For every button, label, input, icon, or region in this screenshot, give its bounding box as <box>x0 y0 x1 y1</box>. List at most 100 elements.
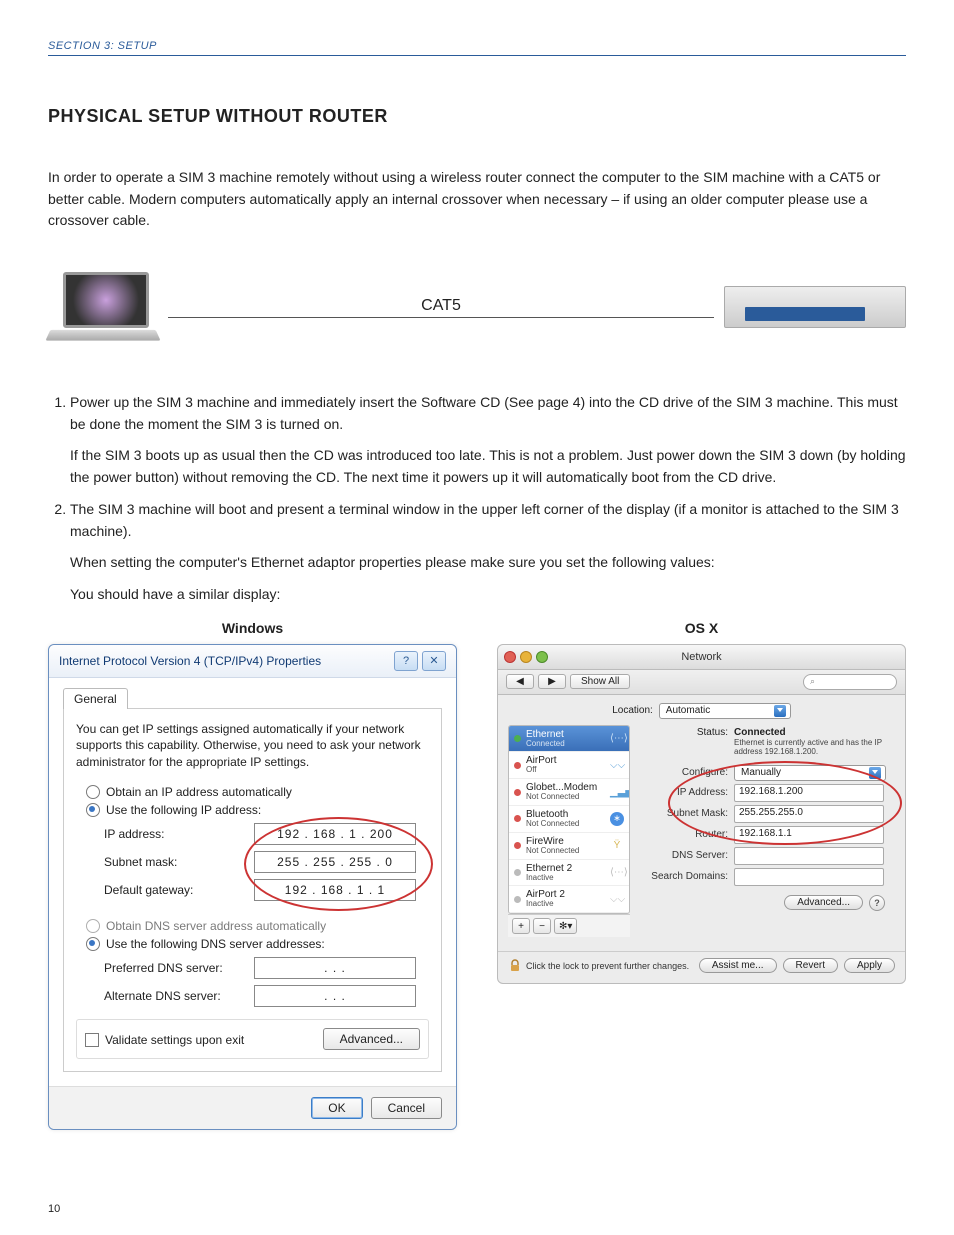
show-all-button[interactable]: Show All <box>570 674 630 689</box>
osx-titlebar: Network <box>498 645 905 670</box>
sidebar-item-bluetooth[interactable]: Bluetooth Not Connected ∗ <box>509 806 629 833</box>
sidebar-item-label: Ethernet <box>526 729 605 740</box>
step-2: The SIM 3 machine will boot and present … <box>70 499 906 606</box>
step-2-text-b: When setting the computer's Ethernet ada… <box>70 552 906 574</box>
sidebar-item-firewire[interactable]: FireWire Not Connected Ÿ <box>509 833 629 860</box>
sidebar-item-sub: Inactive <box>526 900 605 909</box>
subnet-mask-input[interactable]: 255 . 255 . 255 . 0 <box>254 851 416 873</box>
osx-sidebar: Ethernet Connected ⟨⋯⟩ AirPort Off <box>508 725 630 915</box>
status-dot-icon <box>514 735 521 742</box>
sidebar-item-modem[interactable]: Globet...Modem Not Connected ▁▃▅ <box>509 779 629 806</box>
status-dot-icon <box>514 789 521 796</box>
alternate-dns-input[interactable]: . . . <box>254 985 416 1007</box>
sidebar-item-airport[interactable]: AirPort Off ⌵⌵ <box>509 752 629 779</box>
chevron-down-icon <box>774 705 786 717</box>
lock-icon[interactable] <box>508 959 522 973</box>
location-label: Location: <box>612 705 653 716</box>
page-title: PHYSICAL SETUP WITHOUT ROUTER <box>48 106 906 127</box>
radio-use-ip-label: Use the following IP address: <box>106 803 261 817</box>
subnet-mask-label: Subnet mask: <box>104 855 254 869</box>
sidebar-item-label: Ethernet 2 <box>526 863 605 874</box>
wifi-off-icon: ⌵⌵ <box>610 894 624 905</box>
connection-diagram: CAT5 <box>48 272 906 342</box>
assist-me-button[interactable]: Assist me... <box>699 958 777 973</box>
windows-heading: Windows <box>48 620 457 636</box>
status-label: Status: <box>638 727 728 738</box>
osx-router-input[interactable]: 192.168.1.1 <box>734 826 884 844</box>
status-dot-icon <box>514 815 521 822</box>
search-input[interactable]: ⌕ <box>803 674 897 690</box>
preferred-dns-input[interactable]: . . . <box>254 957 416 979</box>
radio-auto-ip[interactable]: Obtain an IP address automatically <box>86 785 429 799</box>
close-icon[interactable]: ✕ <box>422 651 446 671</box>
configure-label: Configure: <box>638 767 728 778</box>
sidebar-item-sub: Not Connected <box>526 793 605 802</box>
ethernet-icon: ⟨⋯⟩ <box>610 867 624 878</box>
radio-icon <box>86 785 100 799</box>
step-1: Power up the SIM 3 machine and immediate… <box>70 392 906 489</box>
advanced-button[interactable]: Advanced... <box>323 1028 420 1050</box>
nav-back-button[interactable]: ◀ <box>506 674 534 689</box>
remove-interface-button[interactable]: − <box>533 918 551 934</box>
step-2-text-c: You should have a similar display: <box>70 584 906 606</box>
sidebar-item-ethernet2[interactable]: Ethernet 2 Inactive ⟨⋯⟩ <box>509 860 629 887</box>
osx-dns-label: DNS Server: <box>638 850 728 861</box>
ethernet-icon: ⟨⋯⟩ <box>610 733 624 744</box>
steps-list: Power up the SIM 3 machine and immediate… <box>48 392 906 606</box>
default-gateway-input[interactable]: 192 . 168 . 1 . 1 <box>254 879 416 901</box>
windows-dialog: Internet Protocol Version 4 (TCP/IPv4) P… <box>48 644 457 1130</box>
section-header: SECTION 3: SETUP <box>48 40 906 56</box>
validate-checkbox-row[interactable]: Validate settings upon exit <box>85 1033 244 1047</box>
osx-search-domains-input[interactable] <box>734 868 884 886</box>
osx-dns-input[interactable] <box>734 847 884 865</box>
sim3-device-icon <box>724 286 906 328</box>
ip-address-input[interactable]: 192 . 168 . 1 . 200 <box>254 823 416 845</box>
help-icon[interactable]: ? <box>394 651 418 671</box>
osx-ip-label: IP Address: <box>638 787 728 798</box>
osx-network-window: Network ◀ ▶ Show All ⌕ Location: Automat… <box>497 644 906 985</box>
osx-subnet-input[interactable]: 255.255.255.0 <box>734 805 884 823</box>
location-value: Automatic <box>666 705 710 716</box>
ok-button[interactable]: OK <box>311 1097 362 1119</box>
osx-advanced-button[interactable]: Advanced... <box>784 895 863 910</box>
firewire-icon: Ÿ <box>610 840 624 851</box>
step-2-text-a: The SIM 3 machine will boot and present … <box>70 501 899 539</box>
radio-icon-selected <box>86 803 100 817</box>
cancel-button[interactable]: Cancel <box>371 1097 442 1119</box>
default-gateway-label: Default gateway: <box>104 883 254 897</box>
step-1-text-b: If the SIM 3 boots up as usual then the … <box>70 445 906 488</box>
apply-button[interactable]: Apply <box>844 958 895 973</box>
configure-select[interactable]: Manually <box>734 765 886 781</box>
status-dot-icon <box>514 896 521 903</box>
gear-menu-button[interactable]: ✻▾ <box>554 918 577 934</box>
radio-use-dns[interactable]: Use the following DNS server addresses: <box>86 937 429 951</box>
add-interface-button[interactable]: + <box>512 918 530 934</box>
osx-ip-input[interactable]: 192.168.1.200 <box>734 784 884 802</box>
radio-use-ip[interactable]: Use the following IP address: <box>86 803 429 817</box>
windows-description: You can get IP settings assigned automat… <box>76 721 429 771</box>
osx-subnet-label: Subnet Mask: <box>638 808 728 819</box>
osx-window-title: Network <box>498 651 905 663</box>
lock-text: Click the lock to prevent further change… <box>526 961 699 971</box>
wifi-icon: ⌵⌵ <box>610 760 624 771</box>
sidebar-item-ethernet[interactable]: Ethernet Connected ⟨⋯⟩ <box>509 726 629 753</box>
osx-router-label: Router: <box>638 829 728 840</box>
location-select[interactable]: Automatic <box>659 703 791 719</box>
windows-dialog-title: Internet Protocol Version 4 (TCP/IPv4) P… <box>59 654 321 668</box>
revert-button[interactable]: Revert <box>783 958 838 973</box>
tab-general[interactable]: General <box>63 688 128 709</box>
intro-paragraph: In order to operate a SIM 3 machine remo… <box>48 167 906 232</box>
sidebar-item-sub: Not Connected <box>526 820 605 829</box>
radio-use-dns-label: Use the following DNS server addresses: <box>106 937 325 951</box>
sidebar-item-label: AirPort <box>526 755 605 766</box>
status-subtext: Ethernet is currently active and has the… <box>734 738 895 757</box>
signal-icon: ▁▃▅ <box>610 787 624 798</box>
status-dot-icon <box>514 869 521 876</box>
search-icon: ⌕ <box>810 676 815 687</box>
sidebar-item-airport2[interactable]: AirPort 2 Inactive ⌵⌵ <box>509 886 629 913</box>
sidebar-item-sub: Off <box>526 766 605 775</box>
status-value: Connected <box>734 727 786 738</box>
step-1-text-a: Power up the SIM 3 machine and immediate… <box>70 394 898 432</box>
help-icon[interactable]: ? <box>869 895 885 911</box>
nav-forward-button[interactable]: ▶ <box>538 674 566 689</box>
